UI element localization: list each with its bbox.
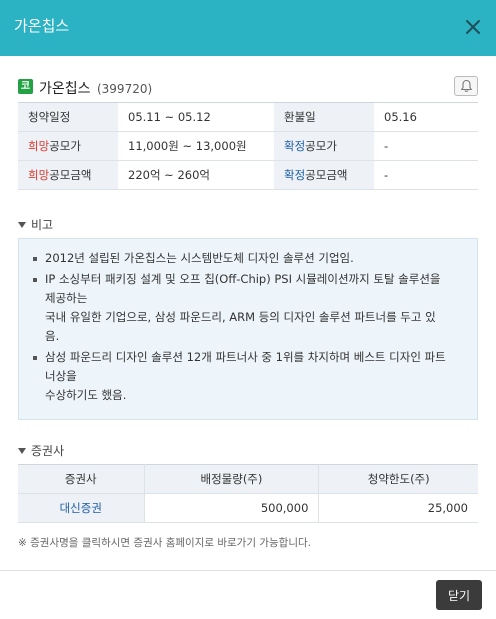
label-confirmed-price: 확정공모가 [274, 131, 374, 161]
stock-name-text: 가온칩스 [39, 81, 91, 97]
notes-title-text: 비고 [31, 218, 54, 232]
note-line: 제공하는 [45, 291, 88, 305]
label-confirmed-prefix: 확정 [284, 139, 306, 153]
broker-allocation: 500,000 [144, 493, 320, 523]
note-line: 음. [45, 329, 60, 343]
value-desired-price: 11,000원 ~ 13,000원 [118, 131, 274, 161]
column-header-broker: 증권사 [18, 464, 145, 494]
stock-code: (399720) [96, 82, 153, 96]
label-desired-amount-prefix: 희망 [28, 168, 50, 182]
bell-icon [460, 79, 473, 92]
note-line: 삼성 파운드리 디자인 솔루션 12개 파트너사 중 1위를 차지하며 베스트 … [45, 350, 446, 364]
label-subscription-schedule: 청약일정 [18, 102, 118, 132]
stock-name: 가온칩스 (399720) [39, 78, 152, 98]
label-confirmed-amount: 확정공모금액 [274, 160, 374, 190]
notes-box: 2012년 설립된 가온칩스는 시스템반도체 디자인 솔루션 기업임. IP 소… [18, 238, 478, 420]
label-confirmed-amount-rest: 공모금액 [305, 168, 348, 182]
triangle-down-icon [18, 222, 26, 228]
dialog-titlebar: 가온칩스 [0, 0, 496, 56]
footer-divider [0, 570, 496, 571]
value-refund-date: 05.16 [374, 102, 478, 132]
label-desired-amount-rest: 공모금액 [49, 168, 92, 182]
label-desired-price-rest: 공모가 [49, 139, 81, 153]
label-desired-prefix: 희망 [28, 139, 50, 153]
column-header-limit: 청약한도(주) [318, 464, 478, 494]
label-desired-amount: 희망공모금액 [18, 160, 118, 190]
footnote: ※ 증권사명을 클릭하시면 증권사 홈페이지로 바로가기 가능합니다. [18, 537, 311, 549]
broker-link[interactable]: 대신증권 [18, 493, 145, 523]
triangle-down-icon [18, 448, 26, 454]
offering-info-table: 청약일정 05.11 ~ 05.12 환불일 05.16 희망공모가 11,00… [18, 102, 478, 190]
broker-table-header: 증권사 배정물량(주) 청약한도(주) [18, 464, 478, 494]
brokers-section-title: 증권사 [18, 442, 64, 459]
label-desired-price: 희망공모가 [18, 131, 118, 161]
value-subscription-schedule: 05.11 ~ 05.12 [118, 102, 274, 132]
close-button[interactable]: 닫기 [436, 580, 482, 610]
broker-table: 증권사 배정물량(주) 청약한도(주) 대신증권 500,000 25,000 [18, 464, 478, 523]
label-confirmed-amount-prefix: 확정 [284, 168, 306, 182]
note-item: 삼성 파운드리 디자인 솔루션 12개 파트너사 중 1위를 차지하며 베스트 … [33, 348, 463, 405]
note-line: 국내 유일한 기업으로, 삼성 파운드리, ARM 등의 디자인 솔루션 파트너… [45, 310, 436, 324]
note-line: 수상하기도 했음. [45, 388, 127, 402]
notes-list: 2012년 설립된 가온칩스는 시스템반도체 디자인 솔루션 기업임. IP 소… [33, 249, 463, 405]
dialog-title: 가온칩스 [14, 17, 70, 35]
close-icon[interactable] [464, 18, 482, 36]
note-item: IP 소싱부터 패키징 설계 및 오프 칩(Off-Chip) PSI 시뮬레이… [33, 270, 463, 346]
note-line: 너상을 [45, 369, 77, 383]
info-row-price: 희망공모가 11,000원 ~ 13,000원 확정공모가 - [18, 131, 478, 161]
note-item: 2012년 설립된 가온칩스는 시스템반도체 디자인 솔루션 기업임. [33, 249, 463, 268]
value-desired-amount: 220억 ~ 260억 [118, 160, 274, 190]
value-confirmed-price: - [374, 131, 478, 161]
alarm-button[interactable] [454, 76, 478, 96]
stock-header: 코 가온칩스 (399720) [18, 76, 478, 98]
brokers-title-text: 증권사 [31, 444, 65, 458]
note-line: IP 소싱부터 패키징 설계 및 오프 칩(Off-Chip) PSI 시뮬레이… [45, 272, 441, 286]
value-confirmed-amount: - [374, 160, 478, 190]
notes-section-title: 비고 [18, 216, 53, 233]
table-row: 대신증권 500,000 25,000 [18, 493, 478, 523]
column-header-allocation: 배정물량(주) [144, 464, 320, 494]
label-confirmed-price-rest: 공모가 [305, 139, 337, 153]
market-badge: 코 [18, 79, 33, 94]
note-line: 2012년 설립된 가온칩스는 시스템반도체 디자인 솔루션 기업임. [45, 251, 354, 265]
label-refund-date: 환불일 [274, 102, 374, 132]
info-row-amount: 희망공모금액 220억 ~ 260억 확정공모금액 - [18, 160, 478, 190]
info-row-schedule: 청약일정 05.11 ~ 05.12 환불일 05.16 [18, 102, 478, 132]
broker-limit: 25,000 [318, 493, 478, 523]
